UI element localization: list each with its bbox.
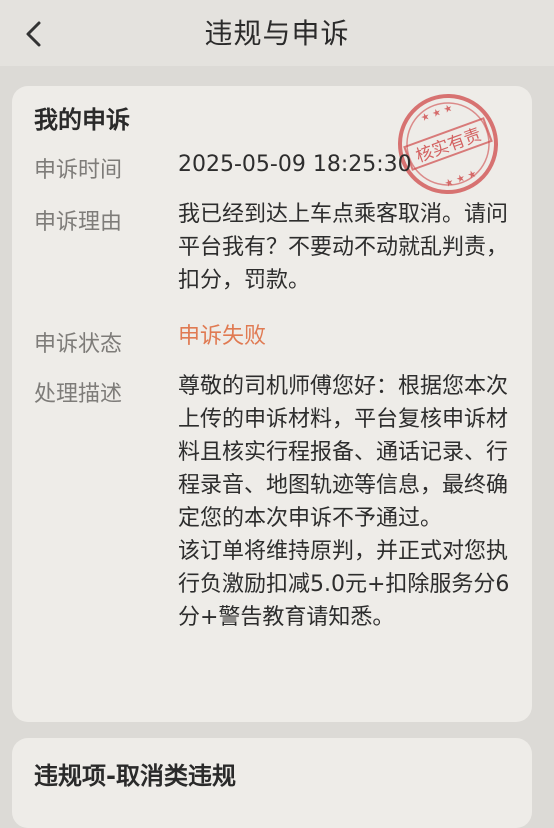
appeal-time-value: 2025-05-09 18:25:30 xyxy=(178,152,412,177)
appeal-time-label: 申诉时间 xyxy=(34,158,123,183)
section-title-my-appeal: 我的申诉 xyxy=(34,106,130,134)
svg-text:★ ★ ★: ★ ★ ★ xyxy=(419,103,454,125)
process-desc-value: 尊敬的司机师傅您好：根据您本次上传的申诉材料，平台复核申诉材料且核实行程报备、通… xyxy=(178,370,522,634)
process-desc-paragraph-2: 该订单将维持原判，并正式对您执行负激励扣减5.0元+扣除服务分6分+警告教育请知… xyxy=(178,539,510,630)
process-desc-paragraph-1: 尊敬的司机师傅您好：根据您本次上传的申诉材料，平台复核申诉材料且核实行程报备、通… xyxy=(178,374,509,531)
appeal-reason-label: 申诉理由 xyxy=(34,210,123,235)
my-appeal-card: 我的申诉 ★ ★ ★ ★ ★ ★ 核实有责 申诉时间 2025-05-09 18… xyxy=(12,86,532,722)
section-title-violation: 违规项-取消类违规 xyxy=(34,762,236,790)
appeal-status-label: 申诉状态 xyxy=(34,332,123,357)
appeal-reason-value: 我已经到达上车点乘客取消。请问平台我有？不要动不动就乱判责，扣分，罚款。 xyxy=(178,202,509,293)
status-badge: 申诉失败 xyxy=(178,324,267,349)
process-desc-label: 处理描述 xyxy=(34,382,123,407)
page-title: 违规与申诉 xyxy=(204,17,350,50)
nav-bar: 违规与申诉 xyxy=(0,0,554,66)
violation-item-card[interactable]: 违规项-取消类违规 xyxy=(12,738,532,828)
